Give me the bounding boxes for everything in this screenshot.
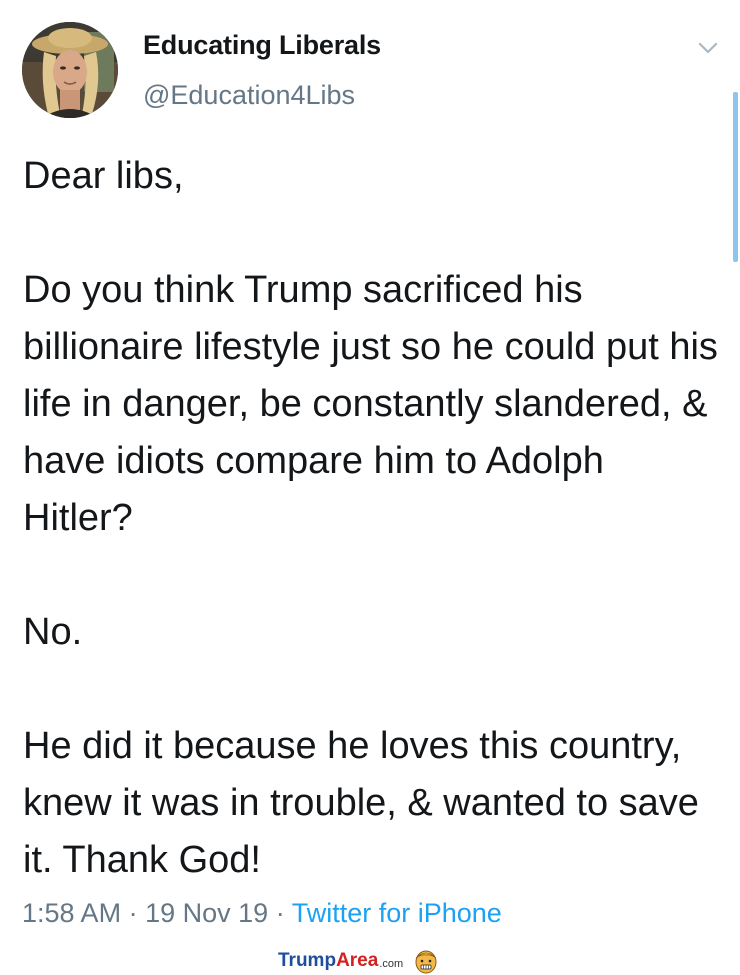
avatar[interactable] bbox=[22, 22, 118, 118]
tweet-paragraph: Do you think Trump sacrificed his billio… bbox=[23, 269, 718, 539]
watermark-text: .com bbox=[379, 957, 404, 970]
avatar-photo bbox=[22, 22, 118, 118]
watermark-logo: Trump Area .com bbox=[278, 948, 439, 974]
tweet-meta: 1:58 AM · 19 Nov 19 · Twitter for iPhone bbox=[22, 898, 502, 929]
author-handle[interactable]: @Education4Libs bbox=[143, 80, 355, 111]
tweet-card: Educating Liberals @Education4Libs Dear … bbox=[0, 0, 740, 975]
tweet-paragraph: Dear libs, bbox=[23, 155, 184, 197]
tweet-time[interactable]: 1:58 AM bbox=[22, 898, 121, 928]
scrollbar[interactable] bbox=[733, 92, 738, 262]
tweet-paragraph: He did it because he loves this country,… bbox=[23, 725, 699, 881]
meta-separator: · bbox=[275, 898, 285, 928]
tweet-source-link[interactable]: Twitter for iPhone bbox=[292, 898, 502, 928]
watermark-face-icon bbox=[415, 950, 437, 974]
tweet-text: Dear libs, Do you think Trump sacrificed… bbox=[23, 148, 723, 889]
author-display-name[interactable]: Educating Liberals bbox=[143, 30, 381, 61]
chevron-down-icon[interactable] bbox=[696, 38, 720, 58]
tweet-date[interactable]: 19 Nov 19 bbox=[145, 898, 268, 928]
watermark-text: Trump bbox=[278, 950, 337, 971]
meta-separator: · bbox=[128, 898, 138, 928]
tweet-paragraph: No. bbox=[23, 611, 83, 653]
watermark-text: Area bbox=[336, 950, 379, 971]
